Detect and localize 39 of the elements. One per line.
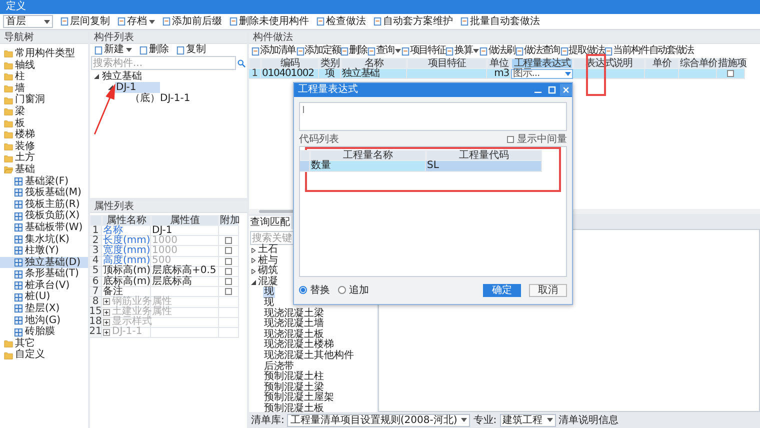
dialog-title: 工程量表达式 bbox=[298, 84, 359, 96]
column-header: 工程量名称 bbox=[310, 150, 426, 161]
property-name: 顶标高(m) bbox=[102, 266, 151, 277]
row-number: 8 bbox=[90, 297, 102, 308]
table-cell: m3 bbox=[487, 69, 511, 80]
row-number: 5 bbox=[90, 266, 102, 277]
radio-label: 替换 bbox=[310, 284, 330, 297]
property-group: 显示样式 bbox=[112, 317, 152, 328]
row-number: 6 bbox=[90, 276, 102, 288]
panel-header: 属性列表 bbox=[90, 201, 247, 213]
property-name: 备注 bbox=[102, 287, 151, 298]
row-number: 3 bbox=[90, 246, 102, 257]
checkbox-label: 显示中间量 bbox=[517, 132, 567, 146]
table-cell: SL bbox=[426, 161, 542, 172]
table-cell: 项 bbox=[319, 69, 341, 80]
row-number: 21 bbox=[90, 328, 102, 338]
field-label: 清单库: bbox=[251, 414, 284, 427]
row-number: 4 bbox=[90, 256, 102, 267]
row-number: 7 bbox=[90, 287, 102, 298]
table-cell: 010401002 bbox=[261, 69, 319, 80]
radio-label: 追加 bbox=[349, 284, 369, 297]
row-number: 1 bbox=[90, 226, 102, 236]
column-header: 工程量代码 bbox=[426, 150, 542, 161]
row-number: 18 bbox=[90, 318, 102, 328]
property-group: 钢筋业务属性 bbox=[112, 296, 172, 307]
column-header: 附加 bbox=[219, 215, 239, 226]
row-number: 2 bbox=[90, 236, 102, 246]
window-title: 定义 bbox=[6, 1, 26, 12]
property-group: DJ-1-1 bbox=[112, 327, 142, 338]
table-cell: 数量 bbox=[310, 161, 426, 172]
column-header: 属性名称 bbox=[102, 215, 151, 226]
panel-header: 构件列表 bbox=[90, 32, 247, 44]
row-number: 15 bbox=[90, 308, 102, 318]
column-header: 属性值 bbox=[151, 215, 219, 226]
field-label: 专业: bbox=[473, 414, 497, 427]
table-cell: 独立基础 bbox=[341, 69, 407, 80]
section-label: 代码列表 bbox=[299, 132, 339, 146]
property-group: 土建业务属性 bbox=[112, 307, 172, 318]
panel-header: 构件做法 bbox=[249, 32, 760, 44]
